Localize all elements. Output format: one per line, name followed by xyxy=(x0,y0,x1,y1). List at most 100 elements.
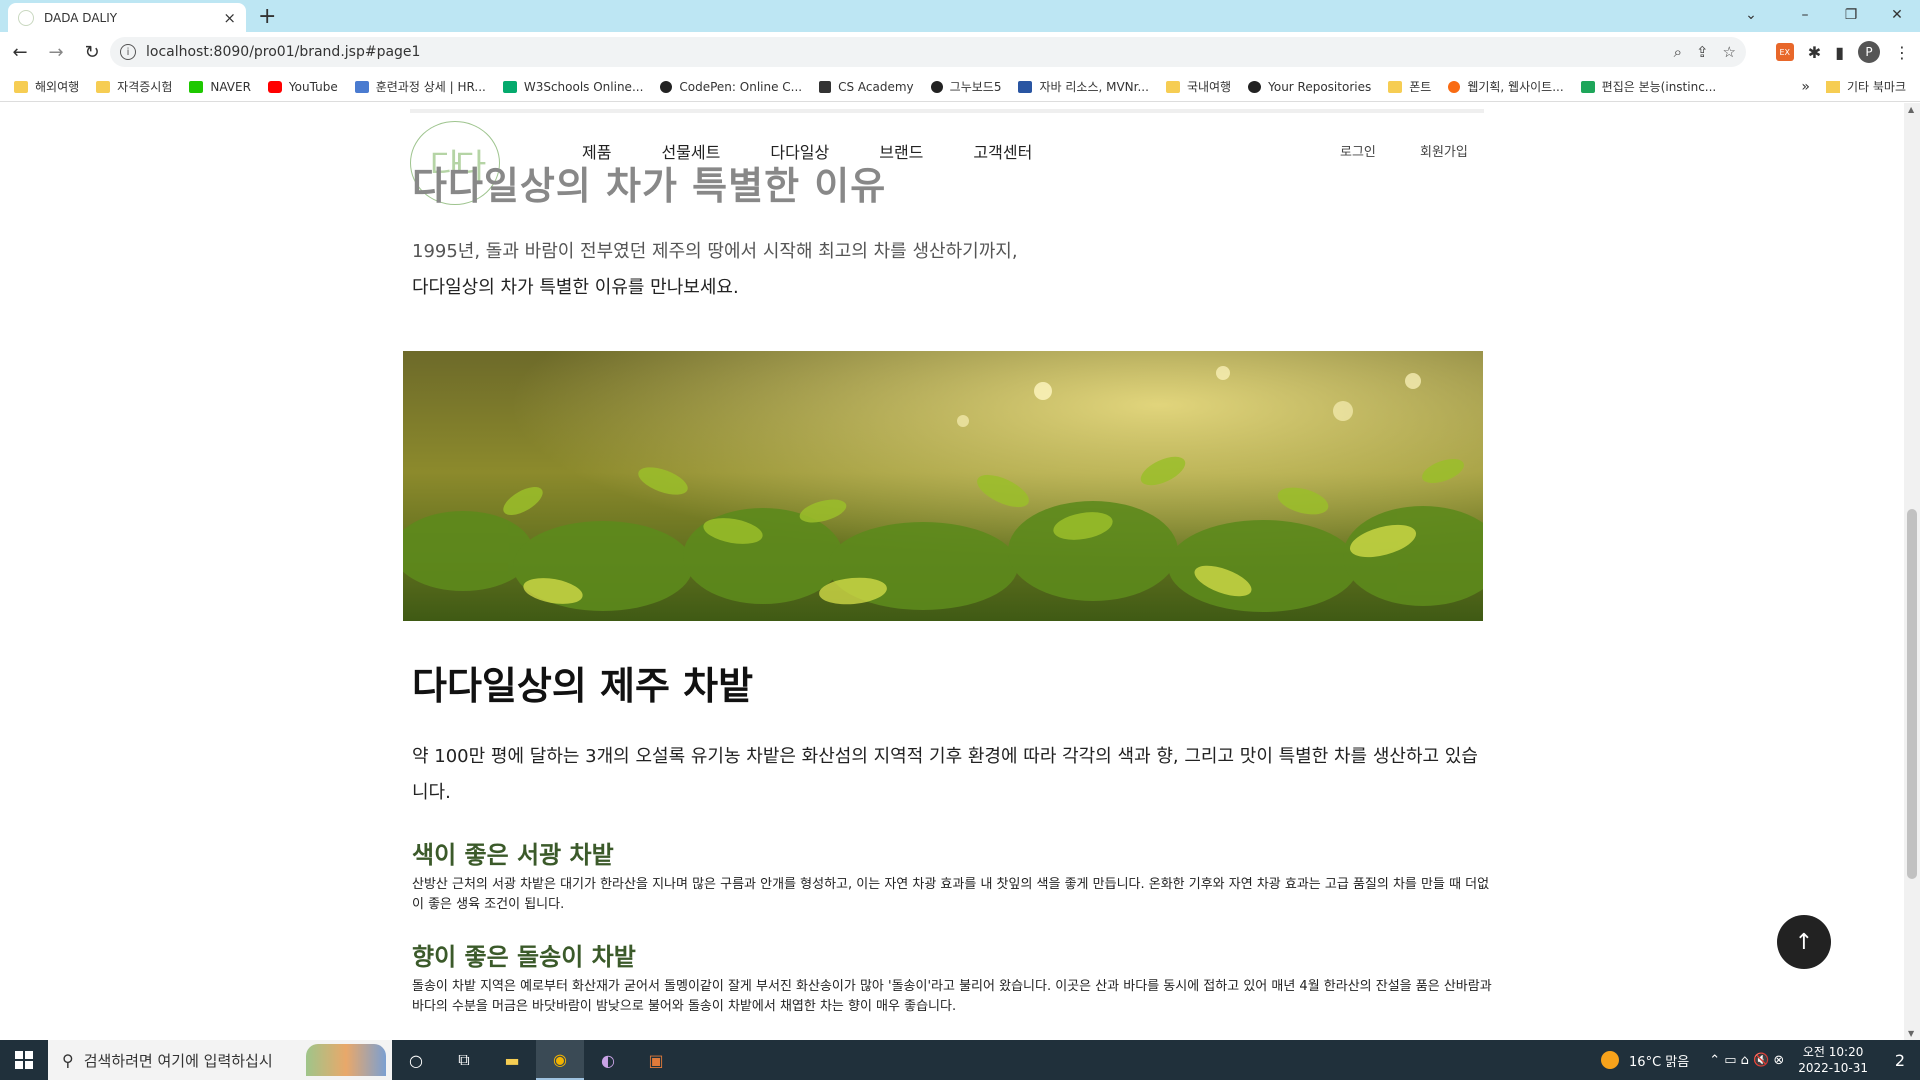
folder-icon xyxy=(1825,80,1840,93)
tab-title: DADA DALIY xyxy=(44,10,118,25)
bookmark-label: CodePen: Online C... xyxy=(679,79,803,94)
bookmark-item[interactable]: 자격증시험 xyxy=(96,78,172,95)
bookmark-item[interactable]: 자바 리소스, MVNr... xyxy=(1018,78,1149,95)
bookmark-label: Your Repositories xyxy=(1268,79,1372,94)
extensions-area: EX ✱ ▮ P ⋮ xyxy=(1775,36,1910,68)
windows-logo-icon xyxy=(15,1051,33,1069)
main-nav: 제품 선물세트 다다일상 브랜드 고객센터 xyxy=(582,139,1082,163)
bookmark-item[interactable]: NAVER xyxy=(189,80,251,94)
minimize-button[interactable]: – xyxy=(1782,0,1828,30)
youtube-icon xyxy=(267,80,282,93)
notification-center-icon[interactable]: 2 xyxy=(1880,1051,1920,1070)
tab-active[interactable]: DADA DALIY × xyxy=(8,3,246,32)
chrome-icon[interactable]: ◉ xyxy=(536,1040,584,1080)
folder-icon xyxy=(96,80,111,93)
new-tab-button[interactable]: + xyxy=(258,4,276,29)
system-tray: 16°C 맑음 ⌃ ▭ ⌂ 🔇 ⊗ 오전 10:20 2022-10-31 2 xyxy=(1601,1040,1920,1080)
scrollbar-thumb[interactable] xyxy=(1907,509,1917,879)
app-icon[interactable]: ▣ xyxy=(632,1040,680,1080)
bookmark-item[interactable]: W3Schools Online... xyxy=(502,79,644,94)
bookmark-item[interactable]: Your Repositories xyxy=(1248,80,1371,94)
bookmarks-bar: 해외여행 자격증시험 NAVER YouTube 훈련과정 상세 | HR...… xyxy=(0,72,1920,102)
back-arrow-icon[interactable]: ← xyxy=(4,36,36,68)
eclipse-icon[interactable]: ◐ xyxy=(584,1040,632,1080)
cortana-icon[interactable]: ○ xyxy=(392,1040,440,1080)
extension-icon[interactable]: EX xyxy=(1775,43,1794,61)
bookmark-label: 폰트 xyxy=(1409,80,1432,94)
menu-kebab-icon[interactable]: ⋮ xyxy=(1894,43,1910,62)
zoom-icon[interactable]: ⌕ xyxy=(1674,43,1682,61)
bookmark-item[interactable]: 폰트 xyxy=(1388,78,1431,95)
taskbar-search[interactable]: ⚲ 검색하려면 여기에 입력하십시 xyxy=(48,1040,392,1080)
profile-avatar[interactable]: P xyxy=(1858,41,1880,63)
nav-item-products[interactable]: 제품 xyxy=(582,139,611,163)
hrd-icon xyxy=(354,80,369,93)
login-link[interactable]: 로그인 xyxy=(1340,141,1376,160)
bookmark-star-icon[interactable]: ☆ xyxy=(1723,43,1736,61)
bookmark-item[interactable]: 편집은 본능(instinc... xyxy=(1580,78,1716,95)
site-info-icon[interactable]: i xyxy=(120,44,136,60)
intro-text-line-1: 1995년, 돌과 바람이 전부였던 제주의 땅에서 시작해 최고의 차를 생산… xyxy=(412,241,1018,262)
scroll-down-icon[interactable]: ▼ xyxy=(1908,1029,1914,1038)
forward-arrow-icon[interactable]: → xyxy=(40,36,72,68)
file-explorer-icon[interactable]: ▬ xyxy=(488,1040,536,1080)
seogwang-farm-title: 색이 좋은 서광 차밭 xyxy=(412,841,614,869)
intro-text-line-2: 다다일상의 차가 특별한 이유를 만나보세요. xyxy=(412,277,739,298)
bookmark-item[interactable]: 웹기획, 웹사이트... xyxy=(1448,78,1564,95)
address-bar[interactable]: i localhost:8090/pro01/brand.jsp#page1 ⌕… xyxy=(110,37,1746,67)
bookmark-item[interactable]: 훈련과정 상세 | HR... xyxy=(354,78,486,95)
dolsongi-farm-title: 향이 좋은 돌송이 차밭 xyxy=(412,943,636,971)
header-divider xyxy=(410,109,1484,113)
close-window-button[interactable]: ✕ xyxy=(1874,0,1920,30)
bookmark-label: 웹기획, 웹사이트... xyxy=(1467,80,1564,94)
window-controls: ⌄ – ❐ ✕ xyxy=(1728,0,1920,32)
scroll-up-icon[interactable]: ▲ xyxy=(1908,105,1914,114)
cs-academy-icon xyxy=(819,80,832,93)
codepen-icon xyxy=(660,80,673,93)
bookmark-item[interactable]: 해외여행 xyxy=(14,78,79,95)
reload-icon[interactable]: ↻ xyxy=(76,36,108,68)
other-bookmarks-label: 기타 북마크 xyxy=(1846,80,1906,94)
puzzle-icon[interactable]: ✱ xyxy=(1808,43,1821,62)
tab-favicon-icon xyxy=(18,9,34,26)
folder-icon xyxy=(1165,80,1180,93)
bookmark-item[interactable]: CodePen: Online C... xyxy=(660,80,802,94)
side-panel-icon[interactable]: ▮ xyxy=(1835,43,1844,62)
bookmark-label: 국내여행 xyxy=(1186,80,1232,94)
nav-item-customer-center[interactable]: 고객센터 xyxy=(973,139,1032,163)
nav-item-dada-daily[interactable]: 다다일상 xyxy=(770,139,829,163)
tab-search-icon[interactable]: ⌄ xyxy=(1728,0,1774,30)
share-icon[interactable]: ⇪ xyxy=(1696,43,1709,61)
section-title: 다다일상의 차가 특별한 이유 xyxy=(412,164,887,208)
tab-close-icon[interactable]: × xyxy=(223,9,236,27)
search-icon: ⚲ xyxy=(62,1050,74,1070)
taskbar-search-placeholder: 검색하려면 여기에 입력하십시 xyxy=(83,1051,273,1070)
other-bookmarks[interactable]: 기타 북마크 xyxy=(1825,78,1906,95)
nav-item-gift-set[interactable]: 선물세트 xyxy=(661,139,720,163)
mvn-icon xyxy=(1018,80,1033,93)
page-scrollbar[interactable]: ▲ ▼ xyxy=(1904,103,1920,1040)
task-view-icon[interactable]: ⧉ xyxy=(440,1040,488,1080)
bookmark-label: W3Schools Online... xyxy=(523,79,644,94)
signup-link[interactable]: 회원가입 xyxy=(1420,141,1468,160)
farm-section-title: 다다일상의 제주 차밭 xyxy=(412,664,754,708)
bookmark-item[interactable]: CS Academy xyxy=(819,80,914,94)
tray-icons[interactable]: ⌃ ▭ ⌂ 🔇 ⊗ xyxy=(1709,1053,1784,1068)
nav-item-brand[interactable]: 브랜드 xyxy=(879,139,923,163)
weather-widget[interactable]: 16°C 맑음 xyxy=(1601,1051,1689,1070)
github-icon xyxy=(1248,80,1262,93)
url-text: localhost:8090/pro01/brand.jsp#page1 xyxy=(146,44,421,60)
bookmark-item[interactable]: 그누보드5 xyxy=(930,78,1001,95)
scroll-to-top-button[interactable]: ↑ xyxy=(1777,915,1831,969)
start-button[interactable] xyxy=(0,1040,48,1080)
bookmark-item[interactable]: YouTube xyxy=(267,80,338,94)
bookmark-item[interactable]: 국내여행 xyxy=(1165,78,1232,95)
restore-button[interactable]: ❐ xyxy=(1828,0,1874,30)
bookmarks-overflow-button[interactable]: » xyxy=(1801,79,1810,95)
naver-icon xyxy=(189,80,204,93)
windows-taskbar: ⚲ 검색하려면 여기에 입력하십시 ○ ⧉ ▬ ◉ ◐ ▣ 16°C 맑음 ⌃ … xyxy=(0,1040,1920,1080)
clock[interactable]: 오전 10:20 2022-10-31 xyxy=(1798,1044,1868,1076)
tab-strip: DADA DALIY × + ⌄ – ❐ ✕ xyxy=(0,0,1920,32)
web-planning-icon xyxy=(1448,80,1461,93)
w3schools-icon xyxy=(502,80,517,93)
